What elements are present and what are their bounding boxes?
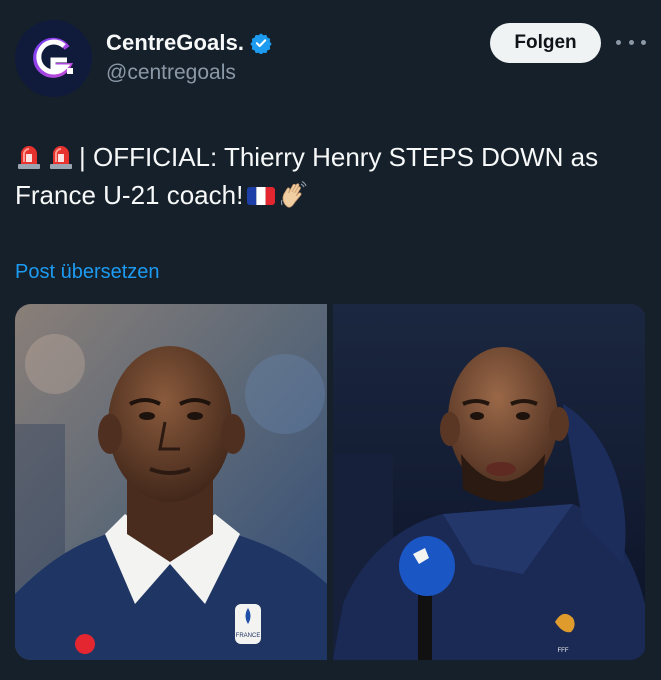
jacket-badge-text: FFF xyxy=(558,648,569,654)
police-light-icon xyxy=(18,146,40,169)
author-name[interactable]: CentreGoals. xyxy=(106,30,244,56)
avatar[interactable] xyxy=(15,20,92,97)
tweet-text: | OFFICIAL: Thierry Henry STEPS DOWN as … xyxy=(15,138,650,214)
photo-henry-interview[interactable]: FFF xyxy=(333,304,645,660)
more-horizontal-icon[interactable] xyxy=(616,30,646,54)
more-dot xyxy=(616,39,621,45)
verified-badge-icon xyxy=(250,33,272,54)
waving-hand-icon xyxy=(281,180,307,208)
media-gallery: FRANCE FFF xyxy=(15,304,646,660)
centregoals-logo-icon xyxy=(32,37,73,78)
photo-2-image: FFF xyxy=(333,304,645,660)
france-flag-icon xyxy=(247,187,276,205)
follow-button[interactable]: Folgen xyxy=(490,23,601,63)
tweet-card: CentreGoals. @centregoals Folgen | OFFIC… xyxy=(0,0,661,680)
police-light-icon xyxy=(50,146,72,169)
author-name-row: CentreGoals. xyxy=(106,30,272,56)
author-handle[interactable]: @centregoals xyxy=(106,61,236,85)
photo-1-image: FRANCE xyxy=(15,304,327,660)
shirt-badge-text: FRANCE xyxy=(236,633,261,639)
more-dot xyxy=(628,39,634,45)
translate-post-link[interactable]: Post übersetzen xyxy=(15,261,160,284)
photo-henry-portrait[interactable]: FRANCE xyxy=(15,304,327,660)
more-dot xyxy=(641,39,646,45)
